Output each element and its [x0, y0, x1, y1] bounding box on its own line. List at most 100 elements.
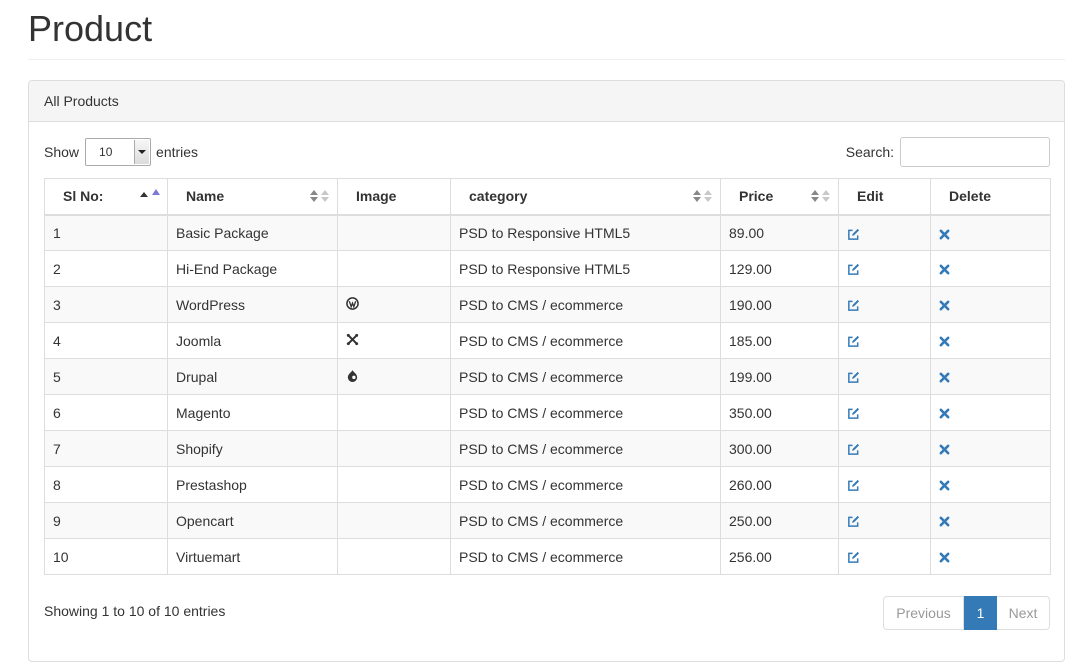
column-header-category[interactable]: category: [450, 178, 721, 216]
cell-edit: [838, 214, 931, 251]
cell-category: PSD to CMS / ecommerce: [450, 322, 721, 359]
next-page-button[interactable]: Next: [997, 596, 1050, 630]
table-row: 10 Virtuemart PSD to CMS / ecommerce 256.00: [44, 538, 1051, 575]
edit-icon[interactable]: [847, 407, 860, 420]
delete-icon[interactable]: [939, 552, 950, 563]
edit-icon[interactable]: [847, 479, 860, 492]
cell-image: [337, 394, 451, 431]
delete-icon[interactable]: [939, 480, 950, 491]
cell-price: 129.00: [720, 250, 839, 287]
edit-icon[interactable]: [847, 299, 860, 312]
cell-delete: [930, 358, 1051, 395]
table-row: 4 Joomla PSD to CMS / ecommerce 185.00: [44, 322, 1051, 359]
cell-price: 185.00: [720, 322, 839, 359]
drupal-icon: [346, 369, 359, 385]
cell-delete: [930, 250, 1051, 287]
cell-name: Joomla: [167, 322, 338, 359]
sort-icon: [310, 189, 332, 203]
cell-price: 256.00: [720, 538, 839, 575]
cell-sl-no: 3: [44, 286, 168, 323]
column-header-edit: Edit: [838, 178, 931, 216]
products-panel: All Products Show 10 entries Search: Sl …: [28, 80, 1065, 662]
cell-image: [337, 286, 451, 323]
edit-icon[interactable]: [847, 263, 860, 276]
cell-delete: [930, 466, 1051, 503]
cell-image: [337, 466, 451, 503]
cell-sl-no: 10: [44, 538, 168, 575]
panel-heading: All Products: [29, 81, 1064, 122]
cell-image: [337, 502, 451, 539]
delete-icon[interactable]: [939, 408, 950, 419]
search-control: Search:: [846, 137, 1050, 167]
table-row: 1 Basic Package PSD to Responsive HTML5 89.…: [44, 214, 1051, 251]
delete-icon[interactable]: [939, 516, 950, 527]
table-body: 1 Basic Package PSD to Responsive HTML5 89.…: [44, 214, 1051, 575]
cell-edit: [838, 466, 931, 503]
cell-name: Prestashop: [167, 466, 338, 503]
chevron-down-icon[interactable]: [134, 140, 150, 164]
cell-sl-no: 6: [44, 394, 168, 431]
cell-sl-no: 5: [44, 358, 168, 395]
sort-ascending-icon: [140, 189, 162, 203]
table-row: 9 Opencart PSD to CMS / ecommerce 250.00: [44, 502, 1051, 539]
entries-label: entries: [156, 144, 199, 160]
cell-delete: [930, 286, 1051, 323]
delete-icon[interactable]: [939, 336, 950, 347]
cell-price: 250.00: [720, 502, 839, 539]
edit-icon[interactable]: [847, 515, 860, 528]
cell-name: Basic Package: [167, 214, 338, 251]
table-header-row: Sl No: Name Image category Price Edit De…: [44, 178, 1051, 216]
show-label: Show: [44, 144, 80, 160]
cell-price: 89.00: [720, 214, 839, 251]
entries-per-page-select[interactable]: 10: [85, 138, 152, 166]
cell-delete: [930, 502, 1051, 539]
cell-category: PSD to CMS / ecommerce: [450, 394, 721, 431]
search-input[interactable]: [900, 137, 1050, 167]
column-header-sl-no[interactable]: Sl No:: [44, 178, 168, 216]
cell-sl-no: 2: [44, 250, 168, 287]
edit-icon[interactable]: [847, 443, 860, 456]
cell-sl-no: 4: [44, 322, 168, 359]
delete-icon[interactable]: [939, 444, 950, 455]
page-title: Product: [28, 8, 153, 49]
cell-image: [337, 214, 451, 251]
cell-price: 300.00: [720, 430, 839, 467]
delete-icon[interactable]: [939, 372, 950, 383]
table-row: 8 Prestashop PSD to CMS / ecommerce 260.00: [44, 466, 1051, 503]
edit-icon[interactable]: [847, 228, 860, 241]
cell-delete: [930, 322, 1051, 359]
cell-edit: [838, 430, 931, 467]
cell-delete: [930, 394, 1051, 431]
table-row: 2 Hi-End Package PSD to Responsive HTML5 12…: [44, 250, 1051, 287]
previous-page-button[interactable]: Previous: [883, 596, 964, 630]
column-header-image: Image: [337, 178, 451, 216]
cell-image: [337, 322, 451, 359]
wordpress-icon: [346, 297, 359, 313]
edit-icon[interactable]: [847, 551, 860, 564]
edit-icon[interactable]: [847, 335, 860, 348]
cell-edit: [838, 394, 931, 431]
delete-icon[interactable]: [939, 229, 950, 240]
page-button-1[interactable]: 1: [964, 596, 997, 630]
cell-name: WordPress: [167, 286, 338, 323]
table-row: 6 Magento PSD to CMS / ecommerce 350.00: [44, 394, 1051, 431]
products-table: Sl No: Name Image category Price Edit De…: [44, 178, 1051, 575]
delete-icon[interactable]: [939, 300, 950, 311]
cell-category: PSD to CMS / ecommerce: [450, 502, 721, 539]
search-label: Search:: [845, 144, 894, 160]
cell-name: Drupal: [167, 358, 338, 395]
cell-sl-no: 1: [44, 214, 168, 251]
entries-per-page-value: 10: [99, 145, 113, 159]
edit-icon[interactable]: [847, 371, 860, 384]
table-info: Showing 1 to 10 of 10 entries: [44, 603, 226, 619]
cell-category: PSD to CMS / ecommerce: [450, 358, 721, 395]
delete-icon[interactable]: [939, 264, 950, 275]
column-header-price[interactable]: Price: [720, 178, 839, 216]
cell-name: Virtuemart: [167, 538, 338, 575]
cell-category: PSD to Responsive HTML5: [450, 214, 721, 251]
cell-edit: [838, 286, 931, 323]
cell-image: [337, 538, 451, 575]
column-header-name[interactable]: Name: [167, 178, 338, 216]
table-row: 7 Shopify PSD to CMS / ecommerce 300.00: [44, 430, 1051, 467]
cell-edit: [838, 538, 931, 575]
